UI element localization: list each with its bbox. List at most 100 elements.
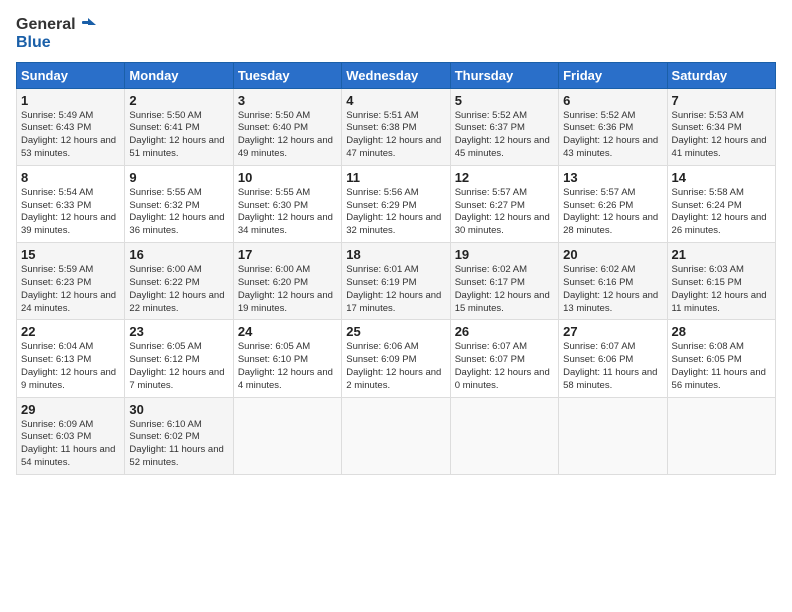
calendar-cell: 2 Sunrise: 5:50 AMSunset: 6:41 PMDayligh… [125, 88, 233, 165]
calendar-table: SundayMondayTuesdayWednesdayThursdayFrid… [16, 62, 776, 475]
calendar-cell: 4 Sunrise: 5:51 AMSunset: 6:38 PMDayligh… [342, 88, 450, 165]
calendar-cell [667, 397, 775, 474]
calendar-cell [233, 397, 341, 474]
day-info: Sunrise: 6:03 AMSunset: 6:15 PMDaylight:… [672, 264, 771, 315]
day-number: 21 [672, 247, 771, 262]
calendar-week-row: 1 Sunrise: 5:49 AMSunset: 6:43 PMDayligh… [17, 88, 776, 165]
calendar-cell: 5 Sunrise: 5:52 AMSunset: 6:37 PMDayligh… [450, 88, 558, 165]
calendar-week-row: 8 Sunrise: 5:54 AMSunset: 6:33 PMDayligh… [17, 165, 776, 242]
day-info: Sunrise: 5:52 AMSunset: 6:36 PMDaylight:… [563, 110, 662, 161]
calendar-cell: 7 Sunrise: 5:53 AMSunset: 6:34 PMDayligh… [667, 88, 775, 165]
day-number: 9 [129, 170, 228, 185]
day-number: 19 [455, 247, 554, 262]
day-info: Sunrise: 6:07 AMSunset: 6:07 PMDaylight:… [455, 341, 554, 392]
weekday-header-wednesday: Wednesday [342, 62, 450, 88]
calendar-cell: 11 Sunrise: 5:56 AMSunset: 6:29 PMDaylig… [342, 165, 450, 242]
day-info: Sunrise: 5:55 AMSunset: 6:32 PMDaylight:… [129, 187, 228, 238]
day-info: Sunrise: 5:55 AMSunset: 6:30 PMDaylight:… [238, 187, 337, 238]
day-info: Sunrise: 5:52 AMSunset: 6:37 PMDaylight:… [455, 110, 554, 161]
calendar-week-row: 29 Sunrise: 6:09 AMSunset: 6:03 PMDaylig… [17, 397, 776, 474]
day-info: Sunrise: 6:09 AMSunset: 6:03 PMDaylight:… [21, 419, 120, 470]
calendar-cell [450, 397, 558, 474]
calendar-cell: 10 Sunrise: 5:55 AMSunset: 6:30 PMDaylig… [233, 165, 341, 242]
calendar-cell: 1 Sunrise: 5:49 AMSunset: 6:43 PMDayligh… [17, 88, 125, 165]
weekday-header-friday: Friday [559, 62, 667, 88]
weekday-header-sunday: Sunday [17, 62, 125, 88]
logo-arrow-icon [80, 16, 98, 34]
day-info: Sunrise: 6:04 AMSunset: 6:13 PMDaylight:… [21, 341, 120, 392]
calendar-cell: 30 Sunrise: 6:10 AMSunset: 6:02 PMDaylig… [125, 397, 233, 474]
day-number: 5 [455, 93, 554, 108]
weekday-header-monday: Monday [125, 62, 233, 88]
day-info: Sunrise: 5:57 AMSunset: 6:27 PMDaylight:… [455, 187, 554, 238]
day-number: 11 [346, 170, 445, 185]
day-info: Sunrise: 6:05 AMSunset: 6:10 PMDaylight:… [238, 341, 337, 392]
calendar-cell: 14 Sunrise: 5:58 AMSunset: 6:24 PMDaylig… [667, 165, 775, 242]
day-number: 20 [563, 247, 662, 262]
day-number: 10 [238, 170, 337, 185]
calendar-cell: 13 Sunrise: 5:57 AMSunset: 6:26 PMDaylig… [559, 165, 667, 242]
calendar-cell: 22 Sunrise: 6:04 AMSunset: 6:13 PMDaylig… [17, 320, 125, 397]
day-info: Sunrise: 5:58 AMSunset: 6:24 PMDaylight:… [672, 187, 771, 238]
calendar-cell [559, 397, 667, 474]
day-info: Sunrise: 6:00 AMSunset: 6:22 PMDaylight:… [129, 264, 228, 315]
day-number: 25 [346, 324, 445, 339]
calendar-cell: 28 Sunrise: 6:08 AMSunset: 6:05 PMDaylig… [667, 320, 775, 397]
logo-text: General Blue [16, 16, 98, 52]
calendar-cell: 21 Sunrise: 6:03 AMSunset: 6:15 PMDaylig… [667, 243, 775, 320]
day-info: Sunrise: 6:06 AMSunset: 6:09 PMDaylight:… [346, 341, 445, 392]
weekday-header-tuesday: Tuesday [233, 62, 341, 88]
day-number: 18 [346, 247, 445, 262]
calendar-cell: 9 Sunrise: 5:55 AMSunset: 6:32 PMDayligh… [125, 165, 233, 242]
calendar-cell: 23 Sunrise: 6:05 AMSunset: 6:12 PMDaylig… [125, 320, 233, 397]
day-number: 27 [563, 324, 662, 339]
day-number: 29 [21, 402, 120, 417]
day-info: Sunrise: 6:02 AMSunset: 6:17 PMDaylight:… [455, 264, 554, 315]
calendar-week-row: 22 Sunrise: 6:04 AMSunset: 6:13 PMDaylig… [17, 320, 776, 397]
day-number: 24 [238, 324, 337, 339]
weekday-header-thursday: Thursday [450, 62, 558, 88]
calendar-cell: 12 Sunrise: 5:57 AMSunset: 6:27 PMDaylig… [450, 165, 558, 242]
day-number: 28 [672, 324, 771, 339]
day-number: 6 [563, 93, 662, 108]
day-info: Sunrise: 5:51 AMSunset: 6:38 PMDaylight:… [346, 110, 445, 161]
day-number: 16 [129, 247, 228, 262]
calendar-cell: 29 Sunrise: 6:09 AMSunset: 6:03 PMDaylig… [17, 397, 125, 474]
calendar-cell: 24 Sunrise: 6:05 AMSunset: 6:10 PMDaylig… [233, 320, 341, 397]
day-number: 8 [21, 170, 120, 185]
day-info: Sunrise: 6:07 AMSunset: 6:06 PMDaylight:… [563, 341, 662, 392]
day-number: 4 [346, 93, 445, 108]
calendar-cell: 6 Sunrise: 5:52 AMSunset: 6:36 PMDayligh… [559, 88, 667, 165]
day-number: 15 [21, 247, 120, 262]
day-info: Sunrise: 5:57 AMSunset: 6:26 PMDaylight:… [563, 187, 662, 238]
calendar-cell: 20 Sunrise: 6:02 AMSunset: 6:16 PMDaylig… [559, 243, 667, 320]
day-info: Sunrise: 5:53 AMSunset: 6:34 PMDaylight:… [672, 110, 771, 161]
day-info: Sunrise: 5:50 AMSunset: 6:41 PMDaylight:… [129, 110, 228, 161]
day-number: 14 [672, 170, 771, 185]
day-info: Sunrise: 5:49 AMSunset: 6:43 PMDaylight:… [21, 110, 120, 161]
day-info: Sunrise: 5:56 AMSunset: 6:29 PMDaylight:… [346, 187, 445, 238]
calendar-cell: 8 Sunrise: 5:54 AMSunset: 6:33 PMDayligh… [17, 165, 125, 242]
day-number: 1 [21, 93, 120, 108]
day-number: 12 [455, 170, 554, 185]
day-number: 13 [563, 170, 662, 185]
calendar-cell: 3 Sunrise: 5:50 AMSunset: 6:40 PMDayligh… [233, 88, 341, 165]
day-number: 23 [129, 324, 228, 339]
day-number: 2 [129, 93, 228, 108]
day-info: Sunrise: 5:54 AMSunset: 6:33 PMDaylight:… [21, 187, 120, 238]
day-info: Sunrise: 5:59 AMSunset: 6:23 PMDaylight:… [21, 264, 120, 315]
day-info: Sunrise: 5:50 AMSunset: 6:40 PMDaylight:… [238, 110, 337, 161]
weekday-header-saturday: Saturday [667, 62, 775, 88]
calendar-cell: 17 Sunrise: 6:00 AMSunset: 6:20 PMDaylig… [233, 243, 341, 320]
day-info: Sunrise: 6:00 AMSunset: 6:20 PMDaylight:… [238, 264, 337, 315]
calendar-cell: 26 Sunrise: 6:07 AMSunset: 6:07 PMDaylig… [450, 320, 558, 397]
day-number: 17 [238, 247, 337, 262]
header: General Blue [16, 16, 776, 52]
calendar-week-row: 15 Sunrise: 5:59 AMSunset: 6:23 PMDaylig… [17, 243, 776, 320]
day-number: 7 [672, 93, 771, 108]
day-info: Sunrise: 6:08 AMSunset: 6:05 PMDaylight:… [672, 341, 771, 392]
logo: General Blue [16, 16, 98, 52]
day-number: 3 [238, 93, 337, 108]
calendar-cell: 18 Sunrise: 6:01 AMSunset: 6:19 PMDaylig… [342, 243, 450, 320]
day-info: Sunrise: 6:10 AMSunset: 6:02 PMDaylight:… [129, 419, 228, 470]
